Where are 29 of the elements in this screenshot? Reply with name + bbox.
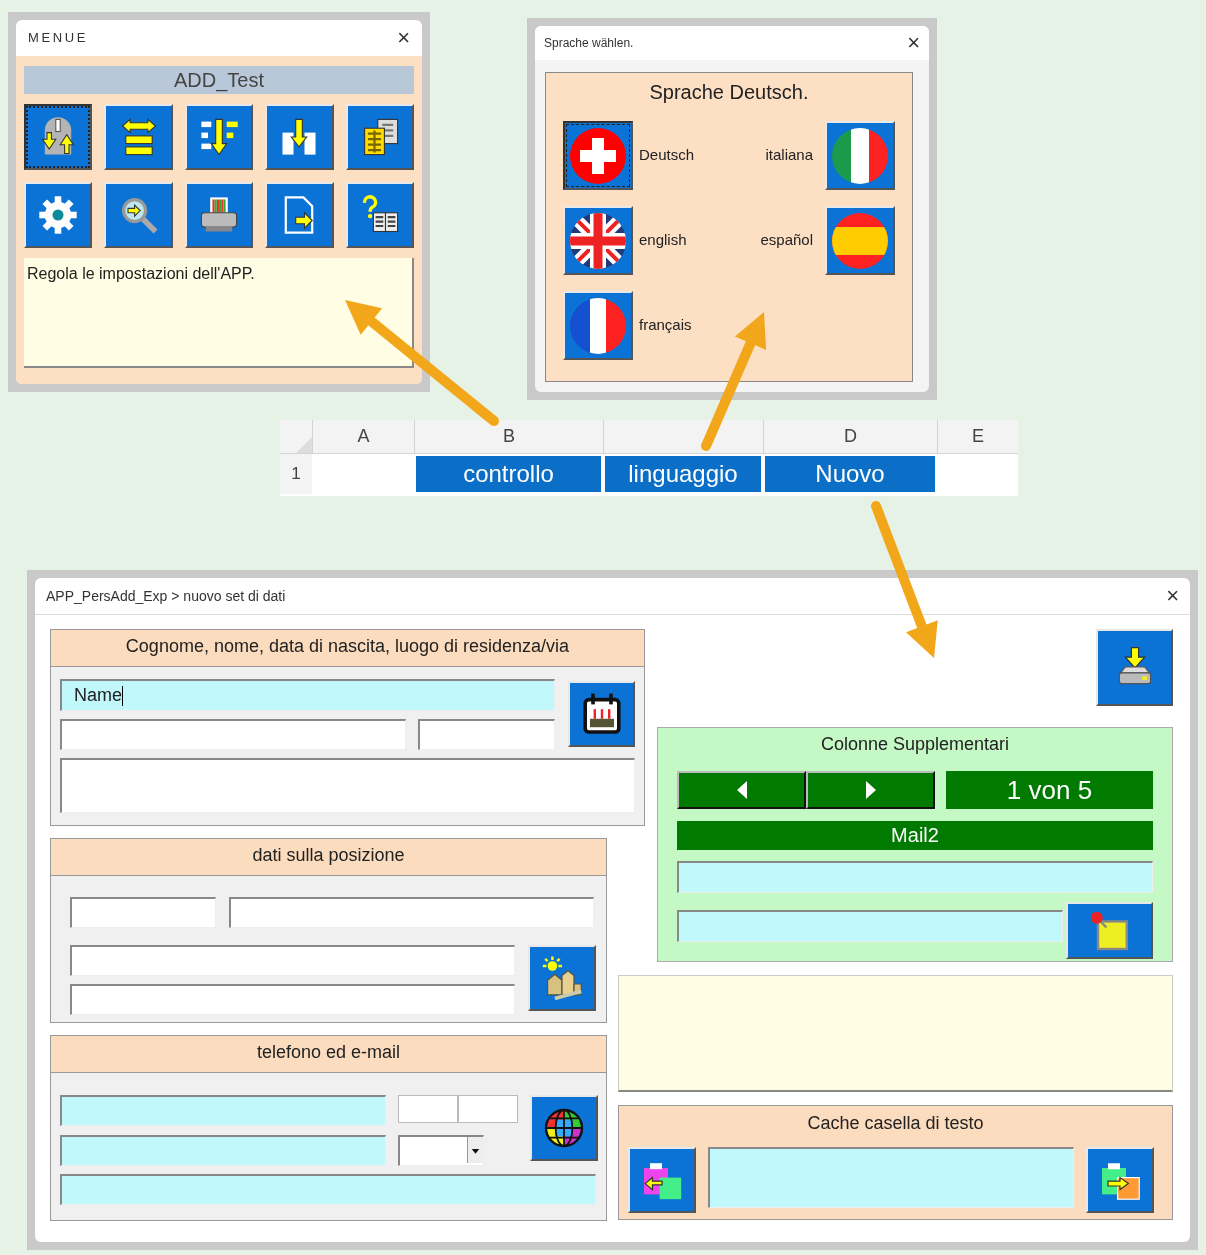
page-counter: 1 von 5 [946,771,1153,809]
section-heading: Cache casella di testo [806,1112,985,1135]
column-header[interactable]: E [972,423,984,450]
section-heading: telefono ed e-mail [51,1036,606,1073]
section-heading: dati sulla posizione [51,839,606,876]
section-heading: Cognome, nome, data di nascita, luogo di residenza/via [51,630,644,667]
panel-heading: Colonne Supplementari [819,733,1011,756]
column-header[interactable]: D [844,423,857,450]
language-label: english [639,230,687,251]
language-label: español [760,230,813,251]
close-button[interactable]: × [1166,585,1179,607]
column-header[interactable]: B [503,423,515,450]
language-label: italiana [765,145,813,166]
close-button[interactable]: × [397,27,410,49]
table-cell[interactable]: controllo [416,456,601,492]
window-title: Sprache wählen. [544,35,634,52]
app-name: ADD_Test [24,66,414,94]
language-label: Deutsch [639,145,695,166]
input-field[interactable]: Name [60,679,555,711]
language-heading: Sprache Deutsch. [648,80,810,105]
close-button[interactable]: × [907,32,920,54]
language-label: français [639,315,692,336]
window-title: MENUE [28,29,88,48]
description-box: Regola le impostazioni dell'APP. [24,258,414,368]
column-header[interactable]: A [357,423,370,450]
table-cell[interactable]: Nuovo [765,456,935,492]
window-title: APP_PersAdd_Exp > nuovo set di dati [46,586,286,606]
column-name: Mail2 [677,821,1153,850]
table-cell[interactable]: linguaggio [605,456,761,492]
